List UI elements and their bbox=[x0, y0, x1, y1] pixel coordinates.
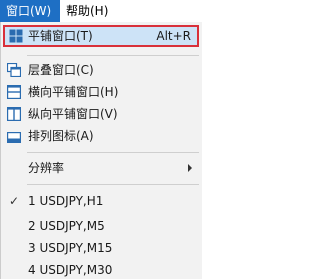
menu-item-label: 2 USDJPY,M5 bbox=[28, 219, 105, 233]
menu-help[interactable]: 帮助(H) bbox=[60, 0, 122, 22]
menu-item-arrange-icons[interactable]: 排列图标(A) bbox=[1, 124, 201, 148]
menu-separator bbox=[27, 152, 199, 153]
menu-item-cascade-windows[interactable]: 层叠窗口(C) bbox=[1, 58, 201, 82]
menu-item-tile-horizontal[interactable]: 横向平铺窗口(H) bbox=[1, 80, 201, 104]
menu-item-label: 3 USDJPY,M15 bbox=[28, 241, 113, 255]
menu-item-label: 1 USDJPY,H1 bbox=[28, 194, 104, 208]
menu-item-label: 横向平铺窗口(H) bbox=[28, 85, 119, 99]
menu-separator bbox=[27, 184, 199, 185]
menu-bar: 窗口(W) 帮助(H) bbox=[0, 0, 202, 22]
menu-item-shortcut: Alt+R bbox=[156, 29, 191, 43]
tile-windows-icon bbox=[9, 29, 23, 43]
menu-item-label: 排列图标(A) bbox=[28, 129, 94, 143]
tile-horizontal-icon bbox=[7, 85, 21, 99]
tile-vertical-icon bbox=[7, 107, 21, 121]
menu-item-label: 4 USDJPY,M30 bbox=[28, 263, 113, 277]
menu-item-resolution[interactable]: 分辨率 bbox=[1, 156, 201, 180]
menu-item-tile-window[interactable]: 平铺窗口(T) Alt+R bbox=[3, 25, 199, 47]
menu-item-tile-vertical[interactable]: 纵向平铺窗口(V) bbox=[1, 102, 201, 126]
menu-item-window-1[interactable]: ✓ 1 USDJPY,H1 bbox=[1, 189, 201, 213]
menu-item-label: 层叠窗口(C) bbox=[28, 63, 94, 77]
menu-item-label: 平铺窗口(T) bbox=[28, 29, 93, 43]
cascade-windows-icon bbox=[7, 63, 21, 77]
arrange-icons-icon bbox=[7, 131, 21, 143]
menu-item-label: 纵向平铺窗口(V) bbox=[28, 107, 118, 121]
menu-item-label: 分辨率 bbox=[28, 161, 65, 175]
checkmark-icon: ✓ bbox=[9, 194, 20, 208]
menu-window[interactable]: 窗口(W) bbox=[0, 0, 60, 22]
submenu-arrow-icon bbox=[188, 164, 192, 172]
app-root: 窗口(W) 帮助(H) 平铺窗口(T) Alt+R 层叠窗口(C) 横向平铺窗口… bbox=[0, 0, 202, 279]
menu-item-window-3[interactable]: 3 USDJPY,M15 bbox=[1, 236, 201, 260]
menu-item-window-4[interactable]: 4 USDJPY,M30 bbox=[1, 258, 201, 279]
menu-separator bbox=[27, 55, 199, 56]
menu-item-window-2[interactable]: 2 USDJPY,M5 bbox=[1, 214, 201, 238]
window-menu-dropdown: 平铺窗口(T) Alt+R 层叠窗口(C) 横向平铺窗口(H) 纵向平铺窗口(V… bbox=[0, 22, 202, 279]
